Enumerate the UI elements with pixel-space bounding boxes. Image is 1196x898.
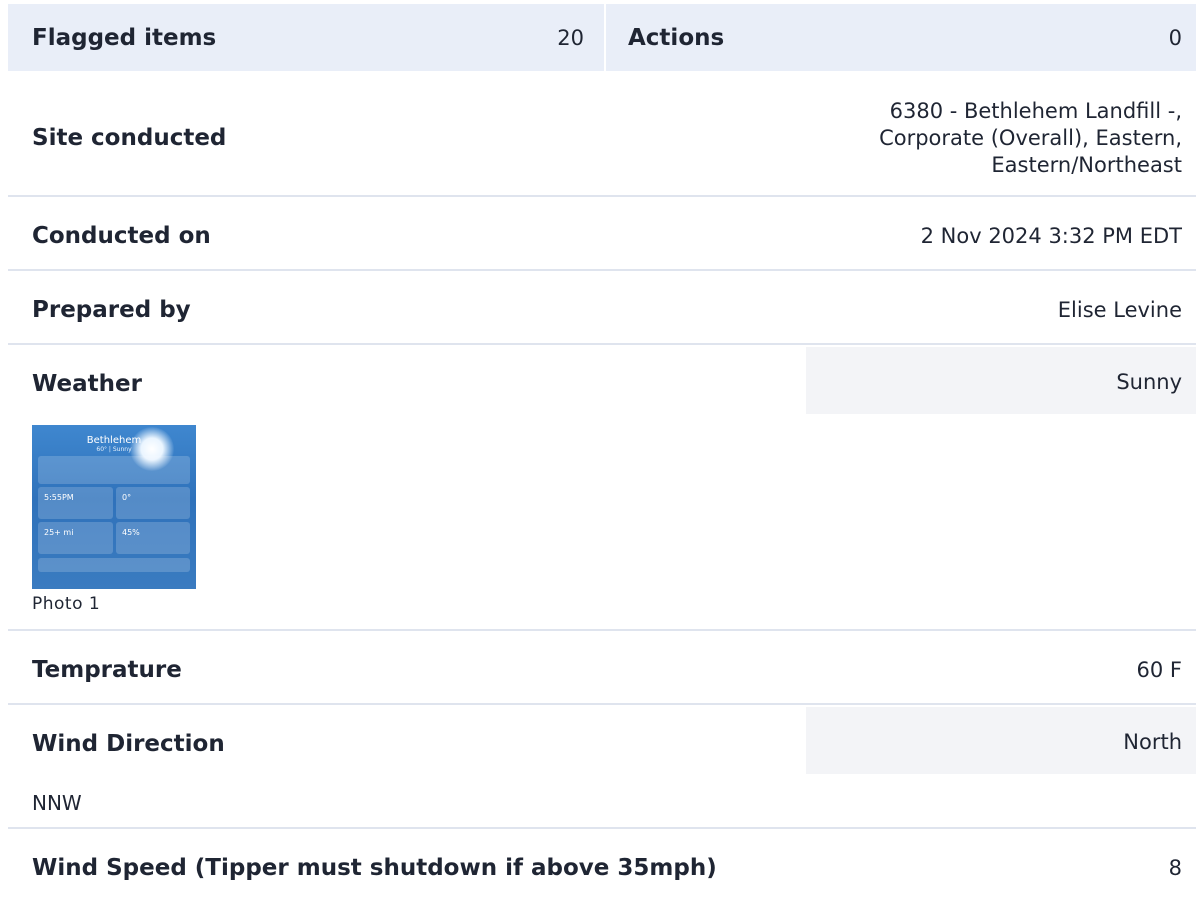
wind-direction-label: Wind Direction: [32, 731, 225, 757]
wind-speed-row: Wind Speed (Tipper must shutdown if abov…: [8, 829, 1196, 898]
site-conducted-label: Site conducted: [32, 125, 227, 151]
uv-card: [116, 487, 190, 519]
conducted-on-label: Conducted on: [32, 223, 211, 249]
site-line-1: 6380 - Bethlehem Landfill -,: [889, 99, 1182, 123]
summary-bar: Flagged items 20 Actions 0: [8, 4, 1196, 71]
tile-humidity: 45%: [122, 528, 140, 537]
weather-photo[interactable]: Bethlehem 60° | Sunny 5:55PM 0° 25+ mi 4…: [32, 425, 196, 614]
photo-city: Bethlehem: [86, 435, 142, 446]
tile-uv: 0°: [122, 493, 132, 502]
site-line-3: Eastern/Northeast: [991, 153, 1182, 177]
site-conducted-row: Site conducted 6380 - Bethlehem Landfill…: [8, 71, 1196, 197]
photo-subtitle: 60° | Sunny: [96, 446, 132, 453]
prepared-by-value: Elise Levine: [1057, 298, 1182, 322]
humidity-card: [116, 522, 190, 554]
conducted-on-row: Conducted on 2 Nov 2024 3:32 PM EDT: [8, 197, 1196, 271]
bottom-card: [38, 558, 190, 572]
site-conducted-value: 6380 - Bethlehem Landfill -, Corporate (…: [879, 98, 1182, 179]
wind-card: [38, 456, 190, 484]
weather-row: Weather Sunny Bethlehem 60° | Sunny 5:55…: [8, 345, 1196, 631]
actions-cell: Actions 0: [606, 4, 1196, 71]
weather-value: Sunny: [1116, 370, 1182, 394]
actions-label: Actions: [628, 24, 725, 51]
wind-speed-value: 8: [1168, 856, 1182, 880]
flagged-items-label: Flagged items: [32, 24, 217, 51]
flagged-items-count: 20: [557, 25, 584, 50]
sunset-card: [38, 487, 113, 519]
tile-sunset: 5:55PM: [44, 493, 74, 502]
weather-photo-thumbnail[interactable]: Bethlehem 60° | Sunny 5:55PM 0° 25+ mi 4…: [32, 425, 196, 589]
visibility-card: [38, 522, 113, 554]
tile-visibility: 25+ mi: [44, 528, 74, 537]
temperature-row: Temprature 60 F: [8, 631, 1196, 705]
flagged-items-cell: Flagged items 20: [8, 4, 604, 71]
site-line-2: Corporate (Overall), Eastern,: [879, 126, 1182, 150]
temperature-label: Temprature: [32, 657, 182, 683]
wind-direction-note: NNW: [32, 791, 82, 815]
photo-caption: Photo 1: [32, 594, 101, 614]
wind-direction-row: Wind Direction North NNW: [8, 705, 1196, 829]
wind-speed-label: Wind Speed (Tipper must shutdown if abov…: [32, 855, 717, 881]
conducted-on-value: 2 Nov 2024 3:32 PM EDT: [920, 224, 1182, 248]
temperature-value: 60 F: [1136, 658, 1182, 682]
weather-label: Weather: [32, 371, 142, 397]
actions-count: 0: [1168, 25, 1182, 50]
prepared-by-label: Prepared by: [32, 297, 191, 323]
prepared-by-row: Prepared by Elise Levine: [8, 271, 1196, 345]
wind-direction-value: North: [1123, 730, 1182, 754]
